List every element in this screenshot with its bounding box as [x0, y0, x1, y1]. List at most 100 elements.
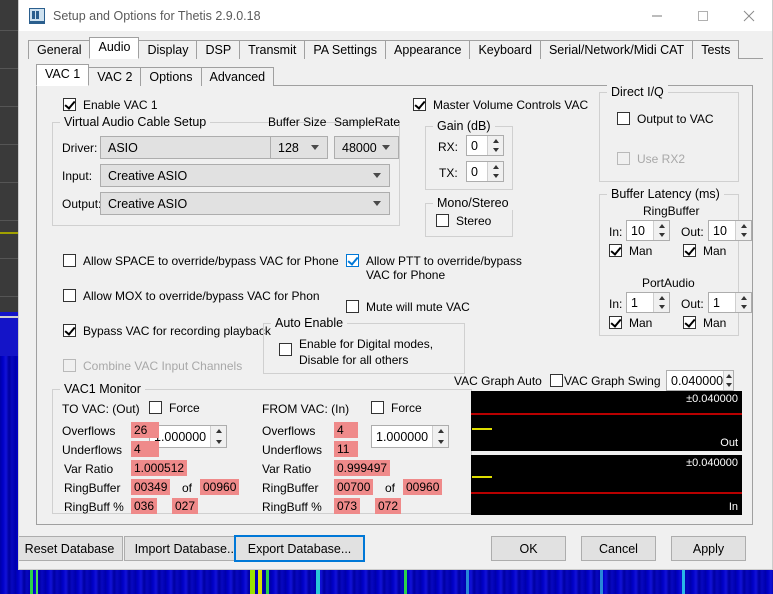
vac1-monitor-title: VAC1 Monitor	[60, 382, 145, 396]
spinner-up-icon[interactable]	[736, 293, 751, 303]
tab-keyboard[interactable]: Keyboard	[469, 40, 541, 59]
sample-rate-label: SampleRate	[334, 115, 400, 129]
bypass-vac-recording-checkbox[interactable]: Bypass VAC for recording playback	[63, 324, 271, 338]
spinner-down-icon[interactable]	[736, 231, 751, 241]
tab-audio[interactable]: Audio	[89, 37, 139, 59]
pa-in-value: 1	[627, 293, 653, 312]
enable-vac1-checkbox[interactable]: Enable VAC 1	[63, 98, 158, 112]
input-combo[interactable]: Creative ASIO	[100, 164, 390, 187]
pa-in-label: In:	[609, 297, 622, 311]
to-vac-force-checkbox[interactable]: Force	[149, 401, 200, 415]
graph-out-threshold-line	[471, 413, 742, 415]
pa-in-stepper[interactable]: 1	[626, 292, 670, 313]
spinner-down-icon[interactable]	[654, 231, 669, 241]
output-combo[interactable]: Creative ASIO	[100, 192, 390, 215]
spinner-up-icon[interactable]	[211, 426, 226, 437]
spinner-up-icon[interactable]	[654, 293, 669, 303]
tab-vac-1[interactable]: VAC 1	[36, 64, 89, 86]
rb-out-man-checkbox[interactable]: Man	[683, 244, 726, 258]
gain-tx-stepper[interactable]: 0	[466, 161, 504, 182]
spinner-up-icon[interactable]	[654, 221, 669, 231]
stereo-checkbox[interactable]: Stereo	[436, 214, 491, 228]
to-vac-force-stepper[interactable]: 1.000000	[149, 425, 227, 448]
use-rx2-checkbox[interactable]: Use RX2	[617, 152, 685, 166]
spinner-up-icon[interactable]	[488, 162, 503, 172]
spinner-down-icon[interactable]	[654, 303, 669, 313]
buffer-size-combo[interactable]: 128	[270, 136, 328, 159]
pa-in-man-checkbox[interactable]: Man	[609, 316, 652, 330]
reset-database-button[interactable]: Reset Database	[18, 536, 123, 561]
combine-vac-input-channels-checkbox[interactable]: Combine VAC Input Channels	[63, 359, 242, 373]
ok-button[interactable]: OK	[491, 536, 566, 561]
vac-graph-swing-value: 0.040000	[667, 371, 723, 390]
tab-advanced[interactable]: Advanced	[201, 67, 275, 86]
rb-out-stepper[interactable]: 10	[708, 220, 752, 241]
spinner-up-icon[interactable]	[488, 136, 503, 146]
sample-rate-combo[interactable]: 48000	[334, 136, 399, 159]
apply-button[interactable]: Apply	[671, 536, 746, 561]
tab-serial-network-midi-cat[interactable]: Serial/Network/Midi CAT	[540, 40, 693, 59]
minimize-icon[interactable]	[634, 0, 680, 31]
rb-out-label: Out:	[681, 225, 704, 239]
maximize-icon[interactable]	[680, 0, 726, 31]
tab-tests[interactable]: Tests	[692, 40, 739, 59]
from-vac-ringbuff-pct-label: RingBuff %	[262, 500, 322, 514]
from-vac-heading: FROM VAC: (In)	[262, 402, 349, 416]
allow-mox-checkbox[interactable]: Allow MOX to override/bypass VAC for Pho…	[63, 289, 320, 303]
to-vac-ringbuff-pct-label: RingBuff %	[64, 500, 124, 514]
gain-rx-stepper[interactable]: 0	[466, 135, 504, 156]
spinner-down-icon[interactable]	[488, 172, 503, 182]
checkbox-icon	[63, 324, 76, 337]
from-vac-force-stepper[interactable]: 1.000000	[371, 425, 449, 448]
spinner-down-icon[interactable]	[724, 381, 733, 391]
output-to-vac-checkbox[interactable]: Output to VAC	[617, 112, 713, 126]
spinner-down-icon[interactable]	[211, 437, 226, 448]
output-value: Creative ASIO	[108, 197, 187, 211]
allow-ptt-checkbox[interactable]: Allow PTT to override/bypass VAC for Pho…	[346, 254, 526, 282]
close-icon[interactable]	[726, 0, 772, 31]
rb-in-stepper[interactable]: 10	[626, 220, 670, 241]
allow-space-label: Allow SPACE to override/bypass VAC for P…	[83, 254, 339, 268]
tab-transmit[interactable]: Transmit	[239, 40, 305, 59]
spinner-down-icon[interactable]	[736, 303, 751, 313]
spinner-up-icon[interactable]	[724, 371, 733, 381]
rb-in-man-checkbox[interactable]: Man	[609, 244, 652, 258]
chevron-down-icon	[373, 173, 381, 178]
master-volume-controls-vac-checkbox[interactable]: Master Volume Controls VAC	[413, 98, 588, 112]
mono-stereo-title: Mono/Stereo	[433, 196, 513, 210]
allow-space-checkbox[interactable]: Allow SPACE to override/bypass VAC for P…	[63, 254, 339, 268]
import-database-button[interactable]: Import Database...	[124, 536, 248, 561]
chevron-down-icon	[311, 145, 319, 150]
driver-combo[interactable]: ASIO	[100, 136, 296, 159]
tab-pa-settings[interactable]: PA Settings	[304, 40, 386, 59]
vac-graph-auto-checkbox[interactable]: VAC Graph Auto	[454, 374, 563, 388]
stereo-label: Stereo	[456, 214, 491, 228]
auto-enable-digital-checkbox[interactable]: Enable for Digital modes, Disable for al…	[279, 336, 433, 368]
cancel-button[interactable]: Cancel	[581, 536, 656, 561]
checkbox-icon	[63, 359, 76, 372]
export-database-button[interactable]: Export Database...	[234, 535, 365, 562]
from-vac-force-checkbox[interactable]: Force	[371, 401, 422, 415]
checkbox-icon	[346, 300, 359, 313]
mute-will-mute-vac-checkbox[interactable]: Mute will mute VAC	[346, 300, 470, 314]
to-vac-var-ratio-label: Var Ratio	[64, 462, 113, 476]
spinner-down-icon[interactable]	[488, 146, 503, 156]
from-vac-overflows-label: Overflows	[262, 424, 315, 438]
checkbox-icon	[149, 401, 162, 414]
checkbox-icon	[63, 98, 76, 111]
spinner-down-icon[interactable]	[433, 437, 448, 448]
tab-appearance[interactable]: Appearance	[385, 40, 470, 59]
tab-dsp[interactable]: DSP	[196, 40, 240, 59]
spinner-up-icon[interactable]	[736, 221, 751, 231]
vac-graph-swing-stepper[interactable]: 0.040000	[666, 370, 734, 391]
spinner-up-icon[interactable]	[433, 426, 448, 437]
tab-display[interactable]: Display	[138, 40, 197, 59]
pa-out-man-checkbox[interactable]: Man	[683, 316, 726, 330]
tab-vac-2[interactable]: VAC 2	[88, 67, 141, 86]
pa-out-stepper[interactable]: 1	[708, 292, 752, 313]
tab-general[interactable]: General	[28, 40, 90, 59]
tab-options[interactable]: Options	[140, 67, 201, 86]
vac-graph-out: ±0.040000 Out	[471, 391, 742, 451]
to-vac-ringbuffer-label: RingBuffer	[64, 481, 120, 495]
to-vac-ringbuffer-value: 00349	[131, 479, 170, 495]
